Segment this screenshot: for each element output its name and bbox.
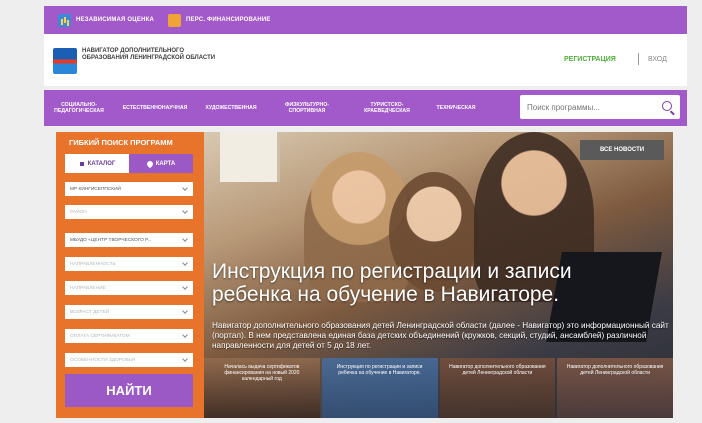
tab-catalog-label: КАТАЛОГ: [87, 160, 116, 167]
municipality-select[interactable]: МР КИНГИСЕППСКИЙ: [65, 182, 193, 196]
chevron-down-icon: [182, 236, 188, 242]
nav-item-technical[interactable]: ТЕХНИЧЕСКАЯ: [426, 105, 486, 111]
chart-icon: [58, 13, 71, 27]
certificate-payment-select[interactable]: ОПЛАТА СЕРТИФИКАТОМ: [65, 329, 193, 343]
nav-item-tourism[interactable]: ТУРИСТСКО-КРАЕВЕДЧЕСКАЯ: [348, 102, 426, 114]
organization-select[interactable]: МБУДО «ЦЕНТР ТВОРЧЕСКОГО Р...: [65, 233, 193, 247]
hero-description: Навигатор дополнительного образования де…: [212, 321, 669, 350]
chevron-down-icon: [182, 356, 188, 362]
direction-select[interactable]: НАПРАВЛЕНИЕ: [65, 281, 193, 295]
nav-item-social-pedagogical[interactable]: СОЦИАЛЬНО-ПЕДАГОГИЧЕСКАЯ: [44, 102, 114, 114]
site-header: НАВИГАТОР ДОПОЛНИТЕЛЬНОГО ОБРАЗОВАНИЯ ЛЕ…: [44, 34, 687, 86]
independent-assessment-label: Независимая оценка: [76, 17, 155, 23]
age-value: ВОЗРАСТ ДЕТЕЙ: [70, 309, 110, 315]
header-divider: [638, 53, 639, 65]
organization-value: МБУДО «ЦЕНТР ТВОРЧЕСКОГО Р...: [70, 237, 152, 243]
health-features-select[interactable]: ОСОБЕННОСТИ ЗДОРОВЬЯ: [65, 353, 193, 367]
chevron-down-icon: [182, 284, 188, 290]
all-news-button[interactable]: ВСЕ НОВОСТИ: [580, 140, 664, 160]
chevron-down-icon: [182, 260, 188, 266]
nav-item-artistic[interactable]: ХУДОЖЕСТВЕННАЯ: [196, 105, 266, 111]
nav-item-sports[interactable]: ФИЗКУЛЬТУРНО-СПОРТИВНАЯ: [266, 102, 348, 114]
health-features-value: ОСОБЕННОСТИ ЗДОРОВЬЯ: [70, 357, 136, 363]
search-input[interactable]: [527, 100, 657, 114]
tab-map[interactable]: КАРТА: [129, 154, 193, 173]
news-card[interactable]: Навигатор дополнительного образования де…: [439, 358, 556, 418]
top-bar: Независимая оценка Перс. финансирование: [44, 6, 687, 34]
district-value: РАЙОН: [70, 209, 87, 215]
search-icon[interactable]: [662, 101, 672, 111]
tab-map-label: КАРТА: [155, 160, 176, 167]
login-link[interactable]: ВХОД: [648, 56, 667, 63]
nav-item-natural-science[interactable]: ЕСТЕСТВЕННОНАУЧНАЯ: [114, 105, 196, 111]
register-link[interactable]: РЕГИСТРАЦИЯ: [564, 56, 616, 63]
program-search: [520, 95, 680, 119]
logo-text[interactable]: НАВИГАТОР ДОПОЛНИТЕЛЬНОГО ОБРАЗОВАНИЯ ЛЕ…: [82, 48, 232, 62]
category-nav: СОЦИАЛЬНО-ПЕДАГОГИЧЕСКАЯ ЕСТЕСТВЕННОНАУЧ…: [44, 90, 687, 126]
chevron-down-icon: [182, 308, 188, 314]
region-logo-icon[interactable]: [53, 48, 77, 74]
hero-slider[interactable]: ВСЕ НОВОСТИ Инструкция по регистрации и …: [204, 132, 673, 418]
age-select[interactable]: ВОЗРАСТ ДЕТЕЙ: [65, 305, 193, 319]
focus-value: НАПРАВЛЕННОСТЬ: [70, 261, 116, 267]
municipality-value: МР КИНГИСЕППСКИЙ: [70, 186, 121, 192]
view-tabs: КАТАЛОГ КАРТА: [65, 154, 193, 173]
hero-title[interactable]: Инструкция по регистрации и записи ребен…: [212, 260, 652, 306]
independent-assessment-link[interactable]: Независимая оценка: [58, 13, 155, 27]
news-card[interactable]: Инструкция по регистрации и записи ребен…: [321, 358, 438, 418]
tab-catalog[interactable]: КАТАЛОГ: [65, 154, 129, 173]
news-card[interactable]: Началась выдача сертификатов финансирова…: [204, 358, 320, 418]
grid-icon: [78, 160, 85, 167]
personal-funding-label: Перс. финансирование: [186, 17, 271, 23]
map-pin-icon: [145, 159, 154, 168]
district-select[interactable]: РАЙОН: [65, 205, 193, 219]
news-card[interactable]: Навигатор дополнительного образования де…: [557, 358, 673, 418]
chevron-down-icon: [182, 208, 188, 214]
chevron-down-icon: [182, 332, 188, 338]
focus-select[interactable]: НАПРАВЛЕННОСТЬ: [65, 257, 193, 271]
card-icon: [168, 13, 182, 27]
flexible-search-panel: ГИБКИЙ ПОИСК ПРОГРАММ КАТАЛОГ КАРТА МР К…: [56, 132, 204, 418]
personal-funding-link[interactable]: Перс. финансирование: [168, 13, 271, 27]
background-window: [220, 132, 280, 182]
direction-value: НАПРАВЛЕНИЕ: [70, 285, 106, 291]
certificate-payment-value: ОПЛАТА СЕРТИФИКАТОМ: [70, 333, 130, 339]
panel-title: ГИБКИЙ ПОИСК ПРОГРАММ: [69, 138, 173, 147]
news-cards: Началась выдача сертификатов финансирова…: [204, 358, 673, 418]
find-button[interactable]: НАЙТИ: [65, 374, 193, 407]
page: Независимая оценка Перс. финансирование …: [0, 0, 702, 423]
chevron-down-icon: [182, 185, 188, 191]
